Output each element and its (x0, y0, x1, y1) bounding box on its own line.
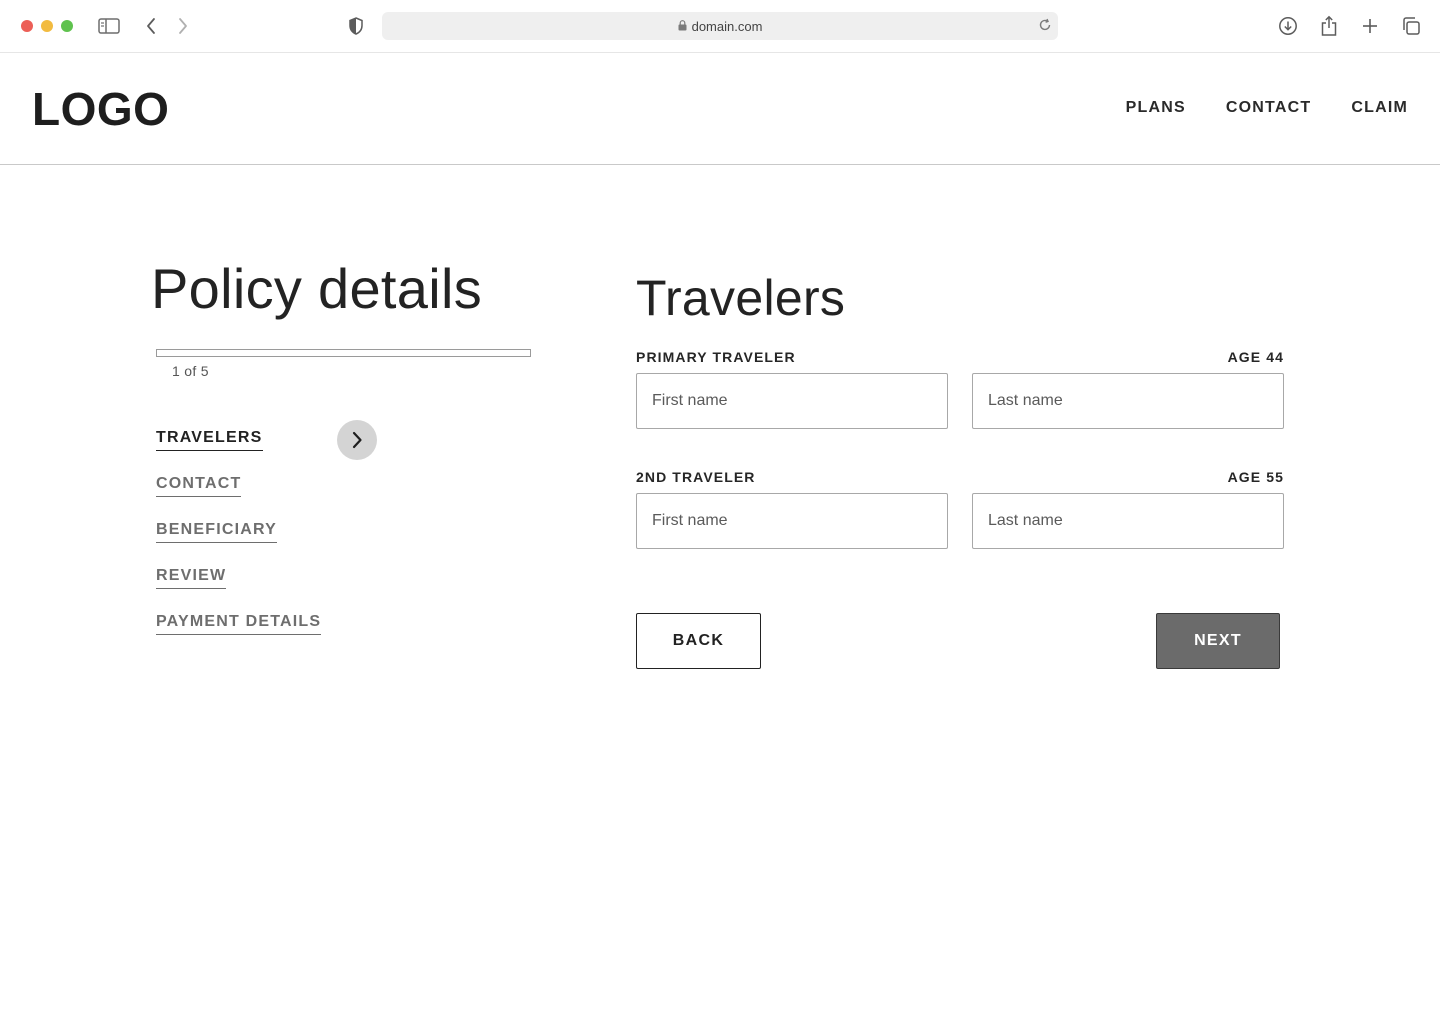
next-button[interactable]: NEXT (1156, 613, 1280, 669)
url-text: domain.com (691, 18, 763, 34)
step-arrow-button[interactable] (337, 420, 377, 460)
page-title: Policy details (151, 257, 483, 320)
nav-link-claim[interactable]: CLAIM (1351, 99, 1408, 117)
logo[interactable]: LOGO (32, 83, 169, 135)
forward-icon[interactable] (171, 14, 195, 38)
lock-icon (678, 19, 687, 30)
shield-icon[interactable] (344, 14, 368, 38)
primary-traveler-age: AGE 44 (1227, 349, 1284, 365)
primary-traveler-label: PRIMARY TRAVELER (636, 349, 796, 365)
share-icon[interactable] (1317, 14, 1341, 38)
tabs-overview-icon[interactable] (1399, 14, 1423, 38)
nav-link-contact[interactable]: CONTACT (1226, 99, 1311, 117)
minimize-window-button[interactable] (41, 20, 53, 32)
primary-last-name-input[interactable] (972, 373, 1284, 429)
close-window-button[interactable] (21, 20, 33, 32)
site-header: LOGO PLANS CONTACT CLAIM (0, 53, 1440, 165)
step-travelers[interactable]: TRAVELERS (156, 428, 263, 451)
primary-first-name-input[interactable] (636, 373, 948, 429)
main-nav: PLANS CONTACT CLAIM (1126, 99, 1408, 117)
chevron-right-icon (352, 431, 362, 449)
nav-link-plans[interactable]: PLANS (1126, 99, 1186, 117)
second-traveler-label: 2ND TRAVELER (636, 469, 756, 485)
download-icon[interactable] (1276, 14, 1300, 38)
second-last-name-input[interactable] (972, 493, 1284, 549)
step-contact[interactable]: CONTACT (156, 474, 242, 497)
step-review[interactable]: REVIEW (156, 566, 227, 589)
step-beneficiary[interactable]: BENEFICIARY (156, 520, 278, 543)
sidebar-icon[interactable] (97, 14, 121, 38)
browser-toolbar: domain.com (0, 0, 1440, 53)
back-button[interactable]: BACK (636, 613, 761, 669)
zoom-window-button[interactable] (61, 20, 73, 32)
progress-bar (156, 349, 531, 357)
progress-label: 1 of 5 (172, 363, 209, 379)
section-title: Travelers (636, 270, 846, 326)
step-payment-details[interactable]: PAYMENT DETAILS (156, 612, 322, 635)
back-icon[interactable] (139, 14, 163, 38)
new-tab-icon[interactable] (1358, 14, 1382, 38)
second-first-name-input[interactable] (636, 493, 948, 549)
second-traveler-age: AGE 55 (1227, 469, 1284, 485)
address-bar[interactable]: domain.com (382, 12, 1058, 40)
reload-icon[interactable] (1038, 18, 1052, 32)
